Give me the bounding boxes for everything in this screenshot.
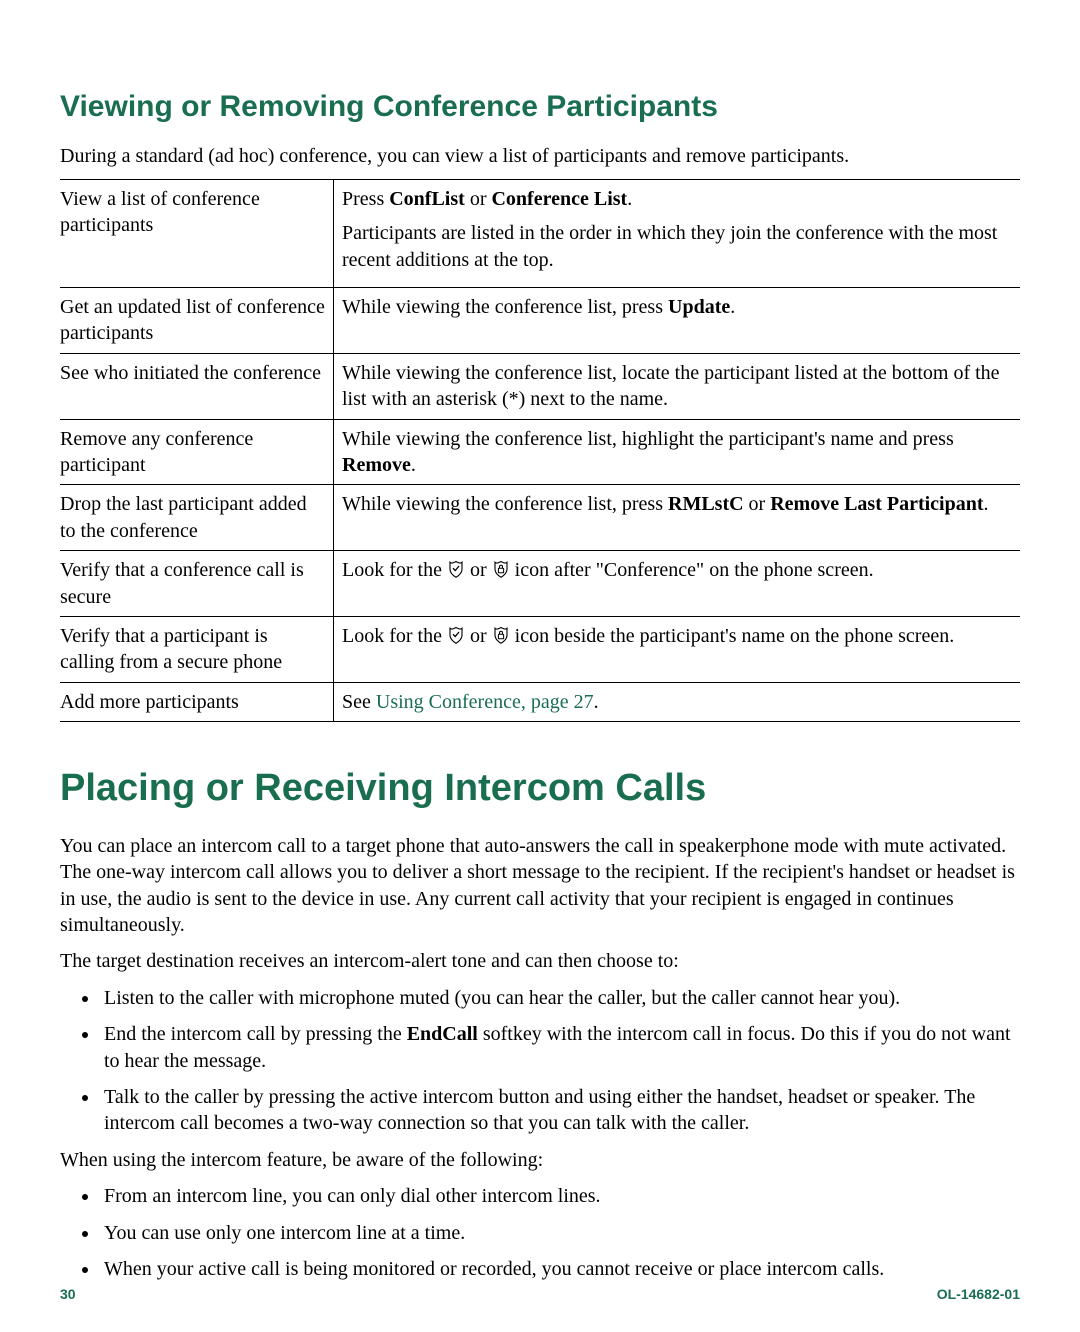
table-cell-left: See who initiated the conference <box>60 354 334 419</box>
text: Look for the <box>342 625 447 647</box>
list-item: You can use only one intercom line at a … <box>100 1220 1020 1246</box>
secure-lock-icon <box>492 626 510 644</box>
table-cell-left: View a list of conference participants <box>60 180 334 287</box>
document-page: Viewing or Removing Conference Participa… <box>0 0 1080 1332</box>
page-footer: 30 OL-14682-01 <box>60 1285 1020 1302</box>
section1-intro: During a standard (ad hoc) conference, y… <box>60 143 1020 169</box>
text: While viewing the conference list, press <box>342 296 668 318</box>
table-cell-right: While viewing the conference list, press… <box>334 485 1020 550</box>
list-item: From an intercom line, you can only dial… <box>100 1183 1020 1209</box>
text: . <box>627 188 632 210</box>
section-heading-viewing-removing: Viewing or Removing Conference Participa… <box>60 90 1020 125</box>
table-cell-right: While viewing the conference list, highl… <box>334 420 1020 485</box>
table-row: Verify that a participant is calling fro… <box>60 617 1020 683</box>
table-row: Drop the last participant added to the c… <box>60 485 1020 551</box>
document-id: OL-14682-01 <box>937 1286 1020 1302</box>
list-item: When your active call is being monitored… <box>100 1256 1020 1282</box>
intercom-options-list: Listen to the caller with microphone mut… <box>60 985 1020 1137</box>
table-cell-left: Drop the last participant added to the c… <box>60 485 334 550</box>
text: End the intercom call by pressing the <box>104 1023 407 1045</box>
section-heading-intercom: Placing or Receiving Intercom Calls <box>60 767 1020 811</box>
text: See <box>342 691 376 713</box>
text: or <box>470 559 492 581</box>
softkey-remove: Remove <box>342 454 411 476</box>
table-cell-right: Look for the or icon after "Conference" … <box>334 551 1020 616</box>
text: icon after "Conference" on the phone scr… <box>515 559 874 581</box>
text: Look for the <box>342 559 447 581</box>
list-item: Listen to the caller with microphone mut… <box>100 985 1020 1011</box>
participants-table: View a list of conference participants P… <box>60 179 1020 722</box>
table-cell-right: While viewing the conference list, press… <box>334 288 1020 353</box>
text: While viewing the conference list, highl… <box>342 428 954 450</box>
text: . <box>411 454 416 476</box>
table-cell-right: Press ConfList or Conference List. Parti… <box>334 180 1020 287</box>
softkey-remove-last-participant: Remove Last Participant <box>770 493 983 515</box>
softkey-endcall: EndCall <box>407 1023 478 1045</box>
secure-shield-icon <box>447 626 465 644</box>
table-cell-left: Remove any conference participant <box>60 420 334 485</box>
table-row: View a list of conference participants P… <box>60 180 1020 288</box>
table-row: See who initiated the conference While v… <box>60 354 1020 420</box>
table-cell-left: Verify that a participant is calling fro… <box>60 617 334 682</box>
text: icon beside the participant's name on th… <box>515 625 955 647</box>
text: or <box>749 493 771 515</box>
table-cell-right: While viewing the conference list, locat… <box>334 354 1020 419</box>
table-row: Get an updated list of conference partic… <box>60 288 1020 354</box>
list-item: End the intercom call by pressing the En… <box>100 1021 1020 1074</box>
section2-p1: You can place an intercom call to a targ… <box>60 833 1020 939</box>
softkey-conflist: ConfList <box>389 188 465 210</box>
table-cell-left: Get an updated list of conference partic… <box>60 288 334 353</box>
intercom-notes-list: From an intercom line, you can only dial… <box>60 1183 1020 1282</box>
text: . <box>984 493 989 515</box>
text: While viewing the conference list, press <box>342 493 668 515</box>
secure-shield-icon <box>447 560 465 578</box>
text: or <box>470 625 492 647</box>
secure-lock-icon <box>492 560 510 578</box>
table-cell-right: Look for the or icon beside the particip… <box>334 617 1020 682</box>
text: . <box>730 296 735 318</box>
page-number: 30 <box>60 1286 76 1302</box>
list-item: Talk to the caller by pressing the activ… <box>100 1084 1020 1137</box>
text: Participants are listed in the order in … <box>342 220 1020 273</box>
section2-p2: The target destination receives an inter… <box>60 948 1020 974</box>
table-row: Verify that a conference call is secure … <box>60 551 1020 617</box>
table-cell-right: See Using Conference, page 27. <box>334 683 1020 721</box>
section2-p3: When using the intercom feature, be awar… <box>60 1147 1020 1173</box>
text: Press <box>342 188 389 210</box>
text: . <box>594 691 599 713</box>
table-cell-left: Add more participants <box>60 683 334 721</box>
text: or <box>470 188 492 210</box>
table-row: Remove any conference participant While … <box>60 420 1020 486</box>
table-row: Add more participants See Using Conferen… <box>60 683 1020 721</box>
softkey-update: Update <box>668 296 730 318</box>
table-cell-left: Verify that a conference call is secure <box>60 551 334 616</box>
softkey-conference-list: Conference List <box>491 188 627 210</box>
cross-ref-link[interactable]: Using Conference, page 27 <box>376 691 594 713</box>
softkey-rmlstc: RMLstC <box>668 493 744 515</box>
